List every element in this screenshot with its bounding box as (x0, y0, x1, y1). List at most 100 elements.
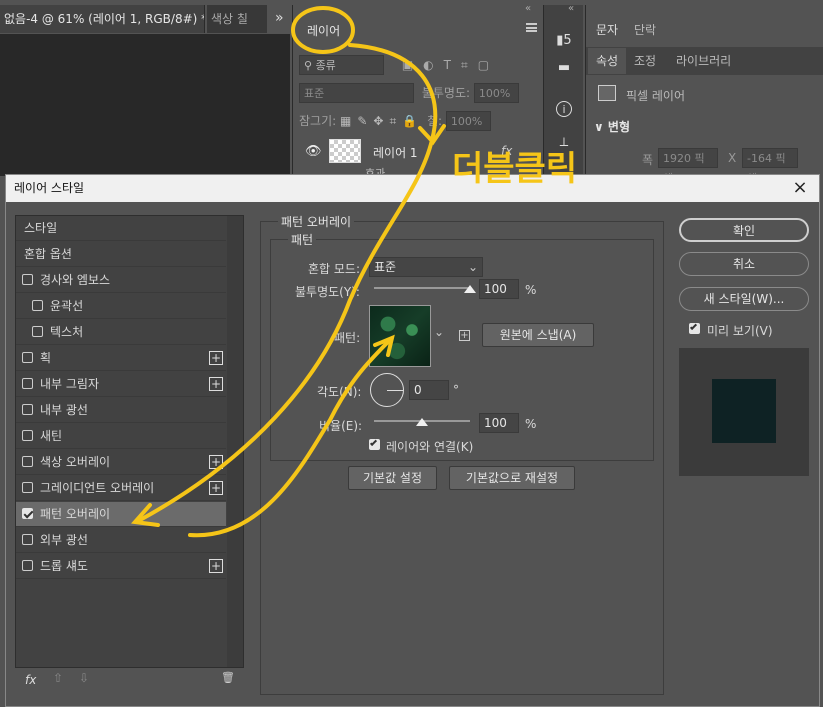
tabs-more-icon[interactable]: » (275, 10, 284, 26)
panel-collapse-icon[interactable]: « (525, 3, 531, 14)
panel-collapse-icon-2[interactable]: « (568, 3, 574, 14)
link-checkbox[interactable] (369, 438, 380, 450)
tab-libraries[interactable]: 라이브러리 (668, 48, 739, 74)
filter-kind-select[interactable]: ⚲ 종류 (299, 55, 384, 75)
checkbox[interactable] (32, 326, 43, 337)
eye-icon[interactable]: 👁 (305, 144, 322, 159)
list-item-color-overlay[interactable]: 색상 오버레이 + (16, 450, 226, 475)
layer-name[interactable]: 레이어 1 (373, 144, 418, 161)
angle-field[interactable]: 0 (409, 380, 449, 400)
add-icon[interactable]: + (209, 455, 223, 469)
close-icon[interactable]: × (789, 177, 811, 199)
add-icon[interactable]: + (209, 377, 223, 391)
document-tab-title: 없음-4 @ 61% (레이어 1, RGB/8#) * (4, 12, 205, 26)
chevron-down-icon[interactable]: ⌄ (434, 325, 444, 339)
list-item-satin[interactable]: 새틴 (16, 424, 226, 449)
lock-row: 잠그기: ▦✎✥⌗🔒 칠: 100% (299, 111, 537, 133)
checkbox-checked[interactable] (22, 508, 33, 519)
properties-panel: 문자 단락 속성 조정 라이브러리 픽셀 레이어 ∨ 변형 폭 1920 픽셀 … (585, 5, 823, 185)
lock-icons[interactable]: ▦✎✥⌗🔒 (340, 114, 423, 128)
preview-checkbox[interactable] (689, 322, 700, 334)
list-item-styles[interactable]: 스타일 (16, 216, 226, 241)
checkbox[interactable] (22, 560, 33, 571)
width-field[interactable]: 1920 픽셀 (658, 148, 718, 185)
checkbox[interactable] (32, 300, 43, 311)
checkbox[interactable] (22, 430, 33, 441)
scrollbar[interactable] (227, 216, 243, 667)
pattern-label: 패턴: (334, 331, 361, 345)
new-preset-icon[interactable]: + (459, 330, 470, 341)
list-item-gradient-overlay[interactable]: 그레이디언트 오버레이 + (16, 476, 226, 501)
list-item-contour[interactable]: 윤곽선 (16, 294, 226, 319)
dialog-title: 레이어 스타일 (14, 181, 85, 195)
pattern-swatch[interactable] (369, 305, 431, 367)
move-down-icon[interactable]: ⇩ (79, 671, 89, 685)
checkbox[interactable] (22, 274, 33, 285)
ok-button[interactable]: 확인 (679, 218, 809, 242)
fx-icon[interactable]: fx (25, 673, 36, 687)
checkbox[interactable] (22, 378, 33, 389)
ruler-icon[interactable]: ⟂ (556, 135, 572, 151)
list-item-bevel-emboss[interactable]: 경사와 엠보스 (16, 268, 226, 293)
layers-tab[interactable]: 레이어 (301, 19, 347, 43)
fill-label: 칠: (426, 114, 443, 128)
angle-label: 각도(N): (317, 385, 362, 399)
comment-icon[interactable]: ▬ (556, 60, 572, 76)
document-tab-active[interactable]: 없음-4 @ 61% (레이어 1, RGB/8#) * × (0, 5, 205, 33)
list-item-drop-shadow[interactable]: 드롭 섀도 + (16, 554, 226, 579)
checkbox[interactable] (22, 534, 33, 545)
snap-to-origin-button[interactable]: 원본에 스냅(A) (482, 323, 594, 347)
x-field[interactable]: -164 픽셀 (742, 148, 798, 185)
style-preview (679, 348, 809, 476)
tab-adjustments[interactable]: 조정 (626, 48, 664, 74)
opacity-field[interactable]: 100 (479, 279, 519, 299)
add-icon[interactable]: + (209, 351, 223, 365)
list-item-stroke[interactable]: 획 + (16, 346, 226, 371)
opacity-slider-track[interactable] (374, 287, 470, 289)
tab-character[interactable]: 문자 (588, 17, 627, 43)
transform-section[interactable]: ∨ 변형 (594, 118, 630, 135)
opacity-slider-thumb[interactable] (464, 285, 476, 293)
add-icon[interactable]: + (209, 481, 223, 495)
blend-mode-label: 혼합 모드: (308, 262, 361, 276)
layer-blend-select[interactable]: 표준 (299, 83, 414, 103)
hamburger-icon[interactable] (526, 23, 537, 32)
preview-label: 미리 보기(V) (707, 324, 773, 338)
checkbox[interactable] (22, 456, 33, 467)
tab-paragraph[interactable]: 단락 (626, 17, 664, 43)
move-up-icon[interactable]: ⇧ (53, 671, 63, 685)
info-icon[interactable]: i (556, 101, 572, 117)
list-item-outer-glow[interactable]: 외부 광선 (16, 528, 226, 553)
checkbox[interactable] (22, 482, 33, 493)
scale-field[interactable]: 100 (479, 413, 519, 433)
layer-fx-icon[interactable]: fx (501, 144, 512, 158)
list-item-pattern-overlay[interactable]: 패턴 오버레이 (16, 502, 226, 527)
add-icon[interactable]: + (209, 559, 223, 573)
fill-field[interactable]: 100% (445, 111, 491, 131)
checkbox[interactable] (22, 352, 33, 363)
scale-slider-thumb[interactable] (416, 418, 428, 426)
history-icon[interactable]: ▮5 (556, 33, 572, 49)
tab-properties[interactable]: 속성 (588, 48, 627, 74)
link-label: 레이어와 연결(K) (386, 440, 474, 454)
cancel-button[interactable]: 취소 (679, 252, 809, 276)
layer-row[interactable]: 👁 레이어 1 fx (293, 135, 542, 169)
reset-default-button[interactable]: 기본값으로 재설정 (449, 466, 575, 490)
blend-mode-select[interactable]: 표준 ⌄ (369, 257, 483, 277)
layer-filter-row: ⚲ 종류 ▣◐T⌗▢ (299, 55, 537, 77)
list-item-inner-glow[interactable]: 내부 광선 (16, 398, 226, 423)
checkbox[interactable] (22, 404, 33, 415)
set-default-button[interactable]: 기본값 설정 (348, 466, 437, 490)
search-icon: ⚲ (304, 59, 316, 72)
chevron-down-icon: ∨ (594, 120, 608, 134)
list-item-blending-options[interactable]: 혼합 옵션 (16, 242, 226, 267)
document-tab[interactable]: 색상 칠 (207, 5, 267, 33)
list-item-inner-shadow[interactable]: 내부 그림자 + (16, 372, 226, 397)
angle-dial[interactable] (370, 373, 404, 407)
pixel-layer-label: 픽셀 레이어 (626, 89, 686, 103)
list-item-texture[interactable]: 텍스처 (16, 320, 226, 345)
trash-icon[interactable]: 🗑 (221, 671, 235, 684)
new-style-button[interactable]: 새 스타일(W)... (679, 287, 809, 311)
layer-opacity-field[interactable]: 100% (473, 83, 519, 103)
filter-icons[interactable]: ▣◐T⌗▢ (402, 58, 499, 72)
